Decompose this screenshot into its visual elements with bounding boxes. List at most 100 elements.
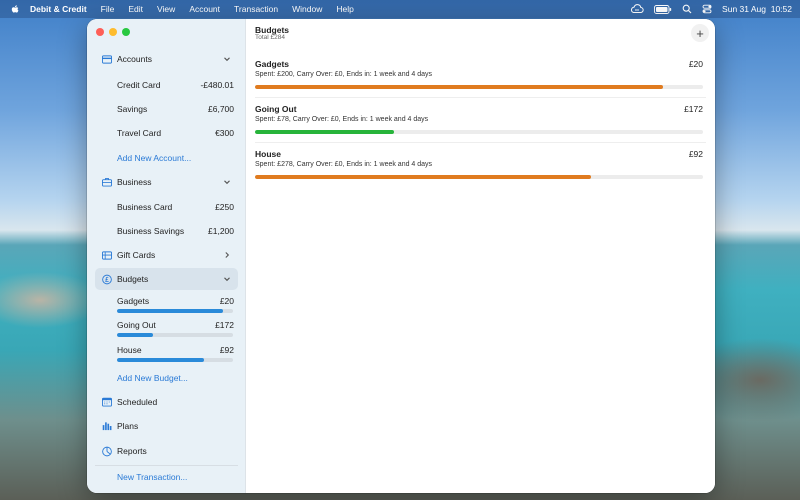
bar-chart-icon bbox=[102, 421, 112, 431]
budget-remaining: £172 bbox=[215, 320, 234, 330]
budget-progress-bar bbox=[117, 358, 233, 362]
sidebar-section-label: Budgets bbox=[117, 274, 149, 284]
budget-progress-fill bbox=[255, 85, 663, 89]
budget-remaining: £92 bbox=[219, 345, 234, 355]
chevron-down-icon[interactable] bbox=[222, 177, 232, 187]
menu-extras: Sun 31 Aug 10:52 bbox=[630, 0, 792, 18]
sidebar-item-savings[interactable]: Savings £6,700 bbox=[117, 104, 234, 114]
window-controls bbox=[96, 28, 130, 36]
sidebar-section-business[interactable]: Business bbox=[95, 171, 238, 193]
budget-name: Going Out bbox=[255, 104, 297, 114]
app-window: Accounts Credit Card -£480.01 Savings £6… bbox=[87, 19, 715, 493]
row-divider bbox=[255, 142, 706, 143]
sidebar-section-label: Gift Cards bbox=[117, 250, 156, 260]
sidebar-section-budgets[interactable]: Budgets bbox=[95, 268, 238, 290]
budget-progress-fill bbox=[255, 130, 394, 134]
sidebar-item-budget-gadgets[interactable]: Gadgets £20 bbox=[117, 296, 234, 306]
row-divider bbox=[255, 97, 706, 98]
sidebar-section-accounts[interactable]: Accounts bbox=[95, 48, 238, 70]
sidebar-item-budget-going-out[interactable]: Going Out £172 bbox=[117, 320, 234, 330]
minimize-button[interactable] bbox=[109, 28, 117, 36]
budget-progress-bar bbox=[117, 309, 233, 313]
budget-detail: Spent: £78, Carry Over: £0, Ends in: 1 w… bbox=[255, 116, 429, 123]
menu-account[interactable]: Account bbox=[189, 4, 220, 14]
budget-name: Gadgets bbox=[255, 59, 290, 69]
menu-file[interactable]: File bbox=[101, 4, 115, 14]
close-button[interactable] bbox=[96, 28, 104, 36]
budget-progress-bar bbox=[117, 333, 233, 337]
menu-clock[interactable]: Sun 31 Aug 10:52 bbox=[722, 4, 792, 14]
sidebar-item-label: Reports bbox=[117, 446, 147, 456]
menu-app-name[interactable]: Debit & Credit bbox=[30, 4, 87, 14]
menu-edit[interactable]: Edit bbox=[128, 4, 143, 14]
budget-row-going-out[interactable]: Going Out £172 Spent: £78, Carry Over: £… bbox=[255, 104, 703, 138]
sidebar-section-label: Business bbox=[117, 177, 152, 187]
sidebar-item-travel-card[interactable]: Travel Card €300 bbox=[117, 128, 234, 138]
budget-amount: £20 bbox=[688, 59, 703, 69]
budget-amount: £172 bbox=[684, 104, 703, 114]
sidebar-section-gift-cards[interactable]: Gift Cards bbox=[95, 244, 238, 266]
menu-bar: Debit & Credit File Edit View Account Tr… bbox=[0, 0, 800, 18]
budget-progress-bar bbox=[255, 85, 703, 89]
apple-icon[interactable] bbox=[10, 4, 20, 14]
zoom-button[interactable] bbox=[122, 28, 130, 36]
gift-card-icon bbox=[102, 250, 112, 260]
account-name: Credit Card bbox=[117, 80, 161, 90]
budget-name: Gadgets bbox=[117, 296, 150, 306]
account-name: Travel Card bbox=[117, 128, 162, 138]
briefcase-icon bbox=[102, 177, 112, 187]
sidebar: Accounts Credit Card -£480.01 Savings £6… bbox=[87, 19, 246, 493]
budget-amount: £92 bbox=[688, 149, 703, 159]
budget-detail: Spent: £200, Carry Over: £0, Ends in: 1 … bbox=[255, 71, 433, 78]
budget-progress-fill bbox=[117, 309, 223, 313]
budget-detail: Spent: £278, Carry Over: £0, Ends in: 1 … bbox=[255, 161, 433, 168]
menu-help[interactable]: Help bbox=[336, 4, 353, 14]
account-balance: £250 bbox=[215, 202, 234, 212]
sidebar-item-plans[interactable]: Plans bbox=[95, 415, 238, 437]
control-center-icon[interactable] bbox=[702, 4, 712, 14]
budget-progress-fill bbox=[117, 333, 153, 337]
cloud-sync-icon[interactable] bbox=[630, 4, 644, 14]
sidebar-item-business-savings[interactable]: Business Savings £1,200 bbox=[117, 226, 234, 236]
sidebar-item-budget-house[interactable]: House £92 bbox=[117, 345, 234, 355]
account-balance: £6,700 bbox=[208, 104, 234, 114]
credit-card-icon bbox=[102, 54, 112, 64]
sidebar-item-label: Scheduled bbox=[117, 397, 158, 407]
calendar-icon bbox=[102, 397, 112, 407]
sidebar-item-scheduled[interactable]: Scheduled bbox=[95, 391, 238, 413]
add-account-link[interactable]: Add New Account... bbox=[117, 153, 191, 163]
page-subtitle: Total £284 bbox=[255, 34, 285, 41]
budget-row-house[interactable]: House £92 Spent: £278, Carry Over: £0, E… bbox=[255, 149, 703, 183]
sidebar-item-label: Plans bbox=[117, 421, 139, 431]
sidebar-divider bbox=[95, 465, 238, 466]
menu-window[interactable]: Window bbox=[292, 4, 322, 14]
search-icon[interactable] bbox=[682, 4, 692, 14]
chevron-down-icon[interactable] bbox=[222, 274, 232, 284]
chevron-right-icon[interactable] bbox=[222, 250, 232, 260]
budget-remaining: £20 bbox=[219, 296, 234, 306]
account-balance: -£480.01 bbox=[200, 80, 234, 90]
add-budget-button[interactable]: + bbox=[691, 24, 709, 42]
battery-icon[interactable] bbox=[654, 4, 672, 14]
budget-row-gadgets[interactable]: Gadgets £20 Spent: £200, Carry Over: £0,… bbox=[255, 59, 703, 93]
main-content: Budgets Total £284 + Gadgets £20 Spent: … bbox=[246, 19, 715, 493]
budget-name: Going Out bbox=[117, 320, 156, 330]
sidebar-item-reports[interactable]: Reports bbox=[95, 440, 238, 462]
pound-circle-icon bbox=[102, 274, 112, 284]
sidebar-section-label: Accounts bbox=[117, 54, 152, 64]
sidebar-item-business-card[interactable]: Business Card £250 bbox=[117, 202, 234, 212]
add-budget-link[interactable]: Add New Budget... bbox=[117, 373, 188, 383]
budget-progress-bar bbox=[255, 130, 703, 134]
new-transaction-link[interactable]: New Transaction... bbox=[117, 472, 187, 482]
account-balance: €300 bbox=[215, 128, 234, 138]
budget-progress-fill bbox=[117, 358, 204, 362]
account-balance: £1,200 bbox=[208, 226, 234, 236]
pie-chart-icon bbox=[102, 446, 112, 456]
budget-progress-fill bbox=[255, 175, 591, 179]
sidebar-item-credit-card[interactable]: Credit Card -£480.01 bbox=[117, 80, 234, 90]
menu-view[interactable]: View bbox=[157, 4, 175, 14]
chevron-down-icon[interactable] bbox=[222, 54, 232, 64]
menu-transaction[interactable]: Transaction bbox=[234, 4, 278, 14]
budget-name: House bbox=[117, 345, 142, 355]
budget-progress-bar bbox=[255, 175, 703, 179]
